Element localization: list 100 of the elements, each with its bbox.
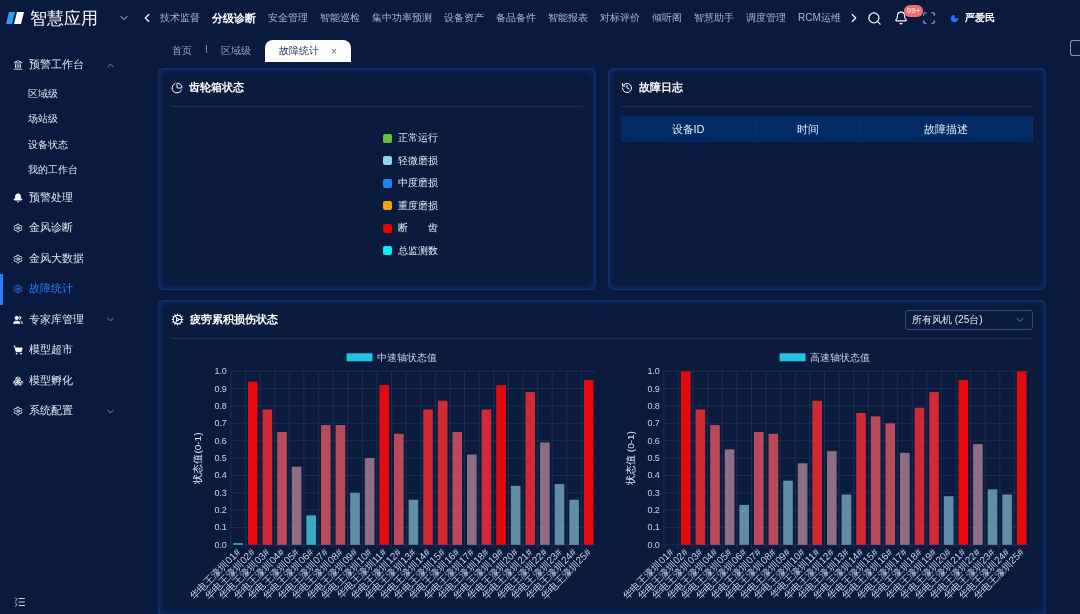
menu-icon (13, 60, 23, 71)
logo-icon (6, 12, 24, 24)
collapse-toggle[interactable] (1070, 40, 1080, 56)
tick-label: 0.2 (647, 505, 660, 516)
legend-label: 总监测数 (398, 243, 438, 258)
panel-title: 齿轮箱状态 (189, 80, 244, 95)
sidebar-subitem[interactable]: 我的工作台 (0, 157, 150, 183)
tick-label: 0.5 (647, 453, 660, 464)
search-icon[interactable] (866, 10, 882, 26)
bar (783, 480, 793, 545)
breadcrumb-tab[interactable]: 首页 (158, 40, 206, 62)
history-icon (621, 81, 633, 94)
sidebar-subitem[interactable]: 区域级 (0, 80, 150, 106)
bar (554, 484, 565, 545)
nav-tab[interactable]: 分级诊断 (206, 10, 262, 26)
tick-label: 0.6 (214, 435, 227, 446)
nav-tab[interactable]: 智慧助手 (688, 11, 740, 25)
bar (1002, 494, 1012, 545)
nav-tab[interactable]: 安全管理 (262, 11, 314, 25)
sidebar-subitem[interactable]: 设备状态 (0, 131, 150, 157)
legend-label: 中度磨损 (398, 176, 438, 190)
user-name[interactable]: 严爱民 (964, 11, 995, 25)
sidebar-item[interactable]: 专家库管理 (0, 304, 150, 335)
bar (510, 485, 521, 545)
gear-icon (171, 313, 184, 326)
nav-tab[interactable]: 对标评价 (594, 11, 646, 25)
breadcrumb-tab[interactable]: 故障统计 × (265, 40, 351, 62)
tick-label: 0.4 (647, 470, 660, 481)
tick-label: 0.3 (214, 487, 227, 498)
nav-tab[interactable]: 调度管理 (740, 11, 792, 25)
menu-icon (13, 345, 23, 356)
bar (987, 489, 998, 545)
menu-icon (13, 284, 23, 295)
legend-swatch (779, 353, 806, 362)
close-icon[interactable]: × (331, 45, 337, 57)
pie-chart-icon (171, 81, 183, 94)
fullscreen-icon[interactable] (921, 11, 936, 25)
sidebar-item[interactable]: 模型孵化 (0, 365, 150, 396)
bar (943, 496, 954, 545)
nav-tab[interactable]: 技术监督 (154, 11, 206, 25)
tick-label: 0.6 (647, 435, 660, 446)
breadcrumb-tab[interactable]: 区域级 (207, 40, 265, 62)
legend-label: 高速轴状态值 (809, 352, 870, 364)
tick-label: 1.0 (647, 366, 660, 377)
legend-label: 断 齿 (398, 221, 438, 235)
nav-tab[interactable]: 备品备件 (490, 11, 542, 25)
tick-label: 0.8 (647, 400, 660, 411)
sidebar-item[interactable]: 预警工作台 (0, 50, 150, 81)
tick-label: 1.0 (214, 366, 227, 377)
app-title: 智慧应用 (30, 7, 98, 30)
nav-tab[interactable]: 倾听阁 (646, 11, 688, 25)
sidebar-item[interactable]: 金风大数据 (0, 243, 150, 274)
tick-label: 0.5 (214, 453, 227, 464)
column-header: 设备ID (621, 116, 756, 142)
bar (841, 494, 852, 545)
sidebar-item[interactable]: 故障统计 (0, 274, 150, 305)
tick-label: 0.9 (647, 383, 660, 394)
moon-icon[interactable] (949, 13, 959, 23)
nav-tab[interactable]: 设备资产 (438, 11, 490, 25)
column-header: 时间 (756, 116, 860, 142)
menu-icon (13, 192, 23, 203)
tick-label: 0.4 (214, 470, 227, 481)
sidebar-item[interactable]: 预警处理 (0, 182, 150, 213)
nav-tab[interactable]: 智能报表 (542, 11, 594, 25)
bar (408, 499, 419, 545)
menu-icon (13, 406, 23, 417)
sidebar-item[interactable]: 金风诊断 (0, 213, 150, 244)
column-header: 故障描述 (860, 116, 1033, 142)
bar (350, 492, 360, 545)
legend-label: 正常运行 (398, 131, 438, 145)
panel-title: 故障日志 (639, 80, 683, 95)
nav-tab[interactable]: 智能巡检 (314, 11, 366, 25)
tick-label: 0.0 (647, 539, 660, 550)
menu-icon (13, 253, 23, 264)
menu-icon (13, 314, 23, 325)
bar (739, 504, 749, 545)
bar (569, 499, 579, 545)
menu-icon (13, 223, 23, 234)
tick-label: 0.7 (214, 418, 227, 429)
sidebar-item[interactable]: 系统配置 (0, 396, 150, 427)
legend-swatch (346, 353, 373, 362)
legend-label: 重度磨损 (398, 198, 438, 213)
turbine-select[interactable]: 所有风机 (25台) (905, 309, 1033, 330)
bar (306, 515, 316, 545)
tick-label: 0.2 (214, 505, 227, 516)
legend-label: 轻微磨损 (398, 153, 438, 168)
legend-label: 中速轴状态值 (376, 352, 437, 364)
nav-tab[interactable]: 集中功率预测 (366, 11, 438, 25)
panel-title: 疲劳累积损伤状态 (190, 312, 278, 327)
sidebar-subitem[interactable]: 场站级 (0, 106, 150, 132)
nav-tab[interactable]: RCM运维 (792, 11, 847, 25)
tick-label: 0.0 (214, 539, 227, 550)
bell-icon[interactable] (893, 11, 908, 25)
tick-label: 0.3 (647, 487, 660, 498)
tick-label: 0.1 (647, 522, 660, 533)
tick-label: 0.8 (214, 400, 227, 411)
sidebar-item[interactable]: 模型超市 (0, 335, 150, 366)
collapse-menu-icon[interactable] (14, 596, 26, 608)
notification-badge: 99+ (903, 5, 924, 17)
axis-title: 状态值 (0-1) (624, 431, 636, 485)
